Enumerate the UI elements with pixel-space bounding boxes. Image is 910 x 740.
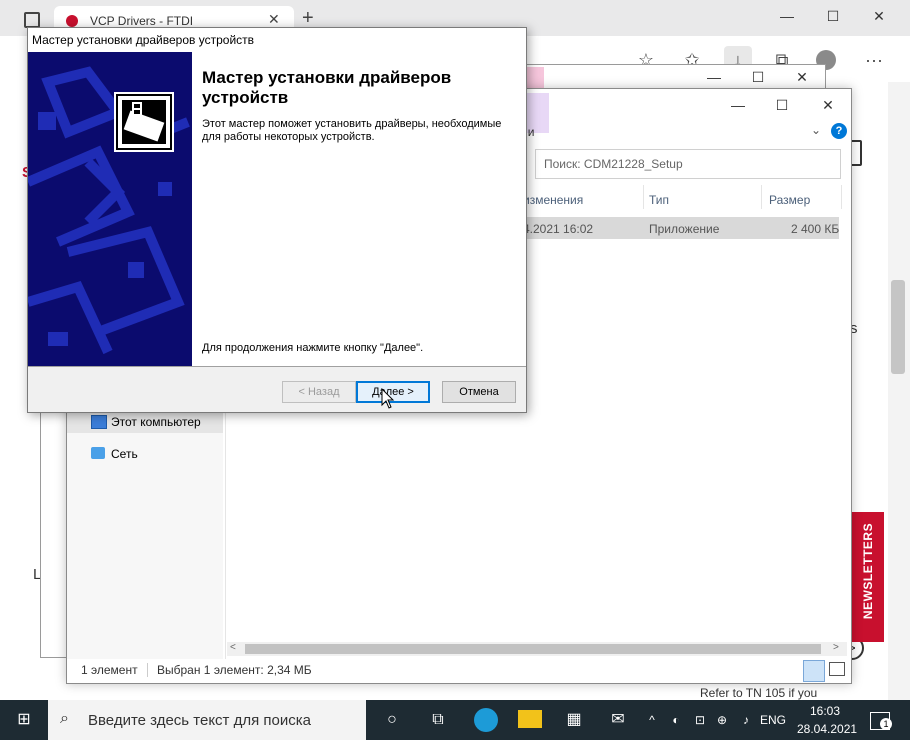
- nav-item-this-pc[interactable]: Этот компьютер: [111, 415, 201, 429]
- help-icon[interactable]: ?: [831, 123, 847, 139]
- scroll-right-icon[interactable]: >: [833, 642, 839, 653]
- back-close-button[interactable]: ✕: [779, 65, 825, 89]
- minimize-button[interactable]: —: [764, 4, 810, 28]
- tab-actions-icon[interactable]: [24, 12, 40, 28]
- device-logo-icon: [114, 92, 174, 152]
- cortana-icon[interactable]: ○: [380, 710, 404, 730]
- explorer-minimize-button[interactable]: —: [715, 93, 761, 117]
- maximize-button[interactable]: ☐: [810, 4, 856, 28]
- wizard-separator: [28, 366, 526, 367]
- wizard-hint: Для продолжения нажмите кнопку "Далее".: [202, 342, 424, 354]
- navigation-pane: Этот компьютер Сеть: [67, 409, 223, 659]
- page-scrollbar[interactable]: [888, 82, 910, 700]
- horizontal-scrollbar[interactable]: < >: [227, 642, 847, 656]
- mouse-cursor-icon: [381, 388, 395, 409]
- column-separator: [761, 185, 762, 209]
- edge-icon[interactable]: [474, 708, 498, 732]
- explorer-maximize-button[interactable]: ☐: [759, 93, 805, 117]
- clock-date[interactable]: 28.04.2021: [797, 722, 857, 736]
- taskbar-search-placeholder: Введите здесь текст для поиска: [88, 712, 311, 729]
- windows-start-icon[interactable]: ⊞: [12, 710, 36, 730]
- nav-item-network[interactable]: Сеть: [111, 447, 138, 461]
- pane-divider: [225, 409, 226, 659]
- file-size: 2 400 КБ: [791, 222, 840, 236]
- language-indicator[interactable]: ENG: [760, 713, 786, 727]
- tab-title: VCP Drivers - FTDI: [90, 14, 194, 28]
- file-explorer-icon[interactable]: [518, 710, 542, 728]
- wizard-description: Этот мастер поможет установить драйверы,…: [202, 118, 502, 143]
- column-date[interactable]: изменения: [523, 193, 583, 207]
- status-separator: [147, 663, 148, 677]
- column-separator: [841, 185, 842, 209]
- favicon-icon: [66, 15, 78, 27]
- explorer-search-input[interactable]: Поиск: CDM21228_Setup: [535, 149, 841, 179]
- clock-time[interactable]: 16:03: [810, 704, 840, 718]
- file-type: Приложение: [649, 222, 720, 236]
- tray-overflow-icon[interactable]: ^: [640, 710, 664, 730]
- page-fragment-bottom: Refer to TN 105 if you: [700, 686, 818, 700]
- scroll-left-icon[interactable]: <: [230, 642, 236, 653]
- tiles-view-icon[interactable]: [829, 662, 845, 676]
- more-menu-icon[interactable]: ···: [862, 48, 886, 72]
- close-button[interactable]: ✕: [856, 4, 902, 28]
- column-separator: [643, 185, 644, 209]
- wizard-heading: Мастер установки драйверов устройств: [202, 68, 452, 107]
- taskbar: ⊞ ⌕ Введите здесь текст для поиска ○ ⧉ ▦…: [0, 700, 910, 740]
- scrollbar-thumb[interactable]: [891, 280, 905, 374]
- volume-icon[interactable]: ♪: [734, 710, 758, 730]
- column-size[interactable]: Размер: [769, 193, 810, 207]
- camera-icon[interactable]: ⊡: [688, 710, 712, 730]
- newsletter-label: NEWSLETTERS: [861, 522, 875, 620]
- details-view-icon[interactable]: [803, 660, 825, 682]
- close-tab-icon[interactable]: ✕: [268, 11, 280, 28]
- network-tray-icon[interactable]: ⊕: [710, 710, 734, 730]
- notification-badge: 1: [880, 718, 892, 730]
- hscroll-thumb[interactable]: [245, 644, 821, 654]
- wizard-content: Мастер установки драйверов устройств Это…: [192, 52, 526, 366]
- ribbon-expand-icon[interactable]: ⌄: [811, 123, 821, 137]
- search-placeholder: Поиск: CDM21228_Setup: [544, 157, 683, 171]
- driver-wizard-dialog: Мастер установки драйверов устройств Мас…: [27, 27, 527, 413]
- computer-icon: [91, 415, 107, 429]
- new-tab-button[interactable]: +: [302, 8, 314, 28]
- file-date: 4.2021 16:02: [523, 222, 594, 236]
- task-view-icon[interactable]: ⧉: [426, 710, 450, 730]
- store-icon[interactable]: ▦: [562, 710, 586, 730]
- meet-now-icon[interactable]: ◐: [664, 710, 688, 730]
- back-minimize-button[interactable]: —: [691, 65, 737, 89]
- explorer-close-button[interactable]: ✕: [805, 93, 851, 117]
- wizard-titlebar: Мастер установки драйверов устройств: [28, 28, 526, 52]
- back-maximize-button[interactable]: ☐: [735, 65, 781, 89]
- taskbar-search-box[interactable]: ⌕ Введите здесь текст для поиска: [48, 700, 366, 740]
- cancel-button[interactable]: Отмена: [442, 381, 516, 403]
- newsletter-tab[interactable]: NEWSLETTERS: [852, 512, 884, 642]
- search-icon: ⌕: [60, 710, 69, 727]
- status-item-count: 1 элемент: [81, 663, 138, 677]
- network-icon: [91, 447, 105, 459]
- wizard-title: Мастер установки драйверов устройств: [32, 33, 255, 47]
- mail-icon[interactable]: ✉: [606, 710, 630, 730]
- wizard-banner-image: [28, 52, 192, 366]
- status-selected: Выбран 1 элемент: 2,34 МБ: [157, 663, 312, 677]
- status-bar: 1 элемент Выбран 1 элемент: 2,34 МБ: [67, 659, 851, 683]
- column-type[interactable]: Тип: [649, 193, 669, 207]
- back-button[interactable]: < Назад: [282, 381, 356, 403]
